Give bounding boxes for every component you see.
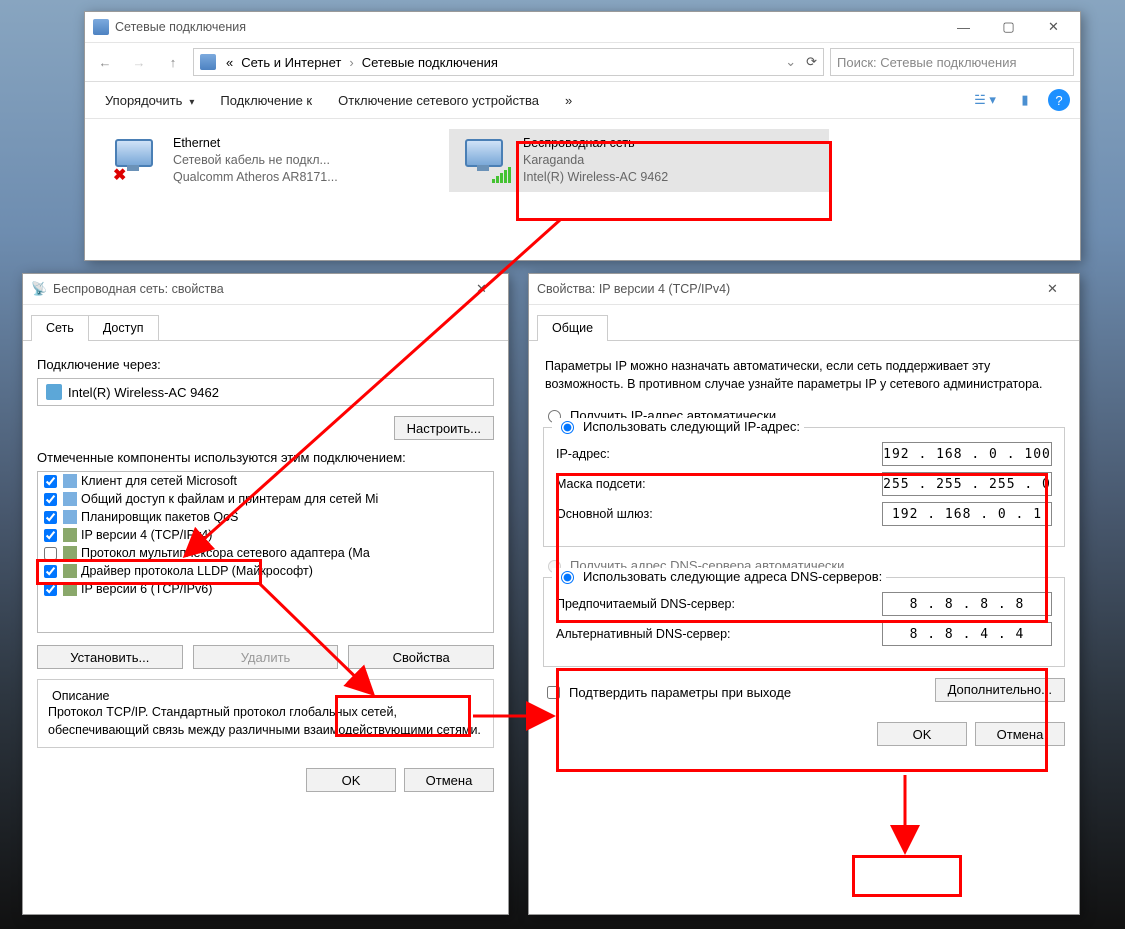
- titlebar[interactable]: Сетевые подключения — ▢ ✕: [85, 12, 1080, 43]
- radio-use-dns[interactable]: Использовать следующие адреса DNS-сервер…: [552, 568, 886, 584]
- remove-button: Удалить: [193, 645, 339, 669]
- network-icon: [200, 54, 216, 70]
- help-icon[interactable]: ?: [1048, 89, 1070, 111]
- list-item-ipv4: IP версии 4 (TCP/IPv4): [38, 526, 493, 544]
- component-icon: [63, 510, 77, 524]
- dns-group: Использовать следующие адреса DNS-сервер…: [543, 577, 1065, 667]
- close-button[interactable]: ✕: [1030, 275, 1075, 303]
- refresh-icon[interactable]: ⟳: [806, 54, 817, 70]
- component-icon: [63, 546, 77, 560]
- components-label: Отмеченные компоненты используются этим …: [37, 450, 494, 465]
- install-button[interactable]: Установить...: [37, 645, 183, 669]
- breadcrumb[interactable]: Сетевые подключения: [358, 55, 502, 70]
- adapter-icon: 📡: [31, 281, 47, 297]
- organize-menu[interactable]: Упорядочить: [95, 89, 204, 112]
- list-item: Протокол мультиплексора сетевого адаптер…: [38, 544, 493, 562]
- gateway-field[interactable]: 192 . 168 . 0 . 1: [882, 502, 1052, 526]
- search-input[interactable]: Поиск: Сетевые подключения: [830, 48, 1074, 76]
- connection-wireless[interactable]: Беспроводная сеть Karaganda Intel(R) Wir…: [449, 129, 829, 192]
- explain-text: Параметры IP можно назначать автоматичес…: [545, 357, 1063, 393]
- ethernet-icon: ✖: [109, 137, 163, 183]
- titlebar[interactable]: 📡 Беспроводная сеть: свойства ✕: [23, 274, 508, 305]
- tab-network[interactable]: Сеть: [31, 315, 89, 340]
- wireless-icon: [459, 137, 513, 183]
- disable-device-button[interactable]: Отключение сетевого устройства: [328, 89, 549, 112]
- chevron-down-icon[interactable]: ⌄: [781, 54, 800, 70]
- component-icon: [63, 474, 77, 488]
- adapter-field: Intel(R) Wireless-AC 9462: [37, 378, 494, 406]
- component-icon: [63, 582, 77, 596]
- configure-button[interactable]: Настроить...: [394, 416, 494, 440]
- description-text: Протокол TCP/IP. Стандартный протокол гл…: [48, 703, 483, 739]
- radio-use-ip[interactable]: Использовать следующий IP-адрес:: [552, 418, 804, 434]
- cancel-button[interactable]: Отмена: [975, 722, 1065, 746]
- minimize-button[interactable]: —: [941, 13, 986, 41]
- tab-general[interactable]: Общие: [537, 315, 608, 340]
- tab-access[interactable]: Доступ: [88, 315, 159, 340]
- list-item: Клиент для сетей Microsoft: [38, 472, 493, 490]
- nic-icon: [46, 384, 62, 400]
- ipv4-properties-dialog: Свойства: IP версии 4 (TCP/IPv4) ✕ Общие…: [528, 273, 1080, 915]
- list-item: IP версии 6 (TCP/IPv6): [38, 580, 493, 598]
- properties-button[interactable]: Свойства: [348, 645, 494, 669]
- adapter-properties-dialog: 📡 Беспроводная сеть: свойства ✕ Сеть Дос…: [22, 273, 509, 915]
- subnet-mask-field[interactable]: 255 . 255 . 255 . 0: [882, 472, 1052, 496]
- component-icon: [63, 492, 77, 506]
- component-icon: [63, 564, 77, 578]
- address-bar[interactable]: « Сеть и Интернет › Сетевые подключения …: [193, 48, 824, 76]
- advanced-button[interactable]: Дополнительно...: [935, 678, 1065, 702]
- connection-ethernet[interactable]: ✖ Ethernet Сетевой кабель не подкл... Qu…: [99, 129, 429, 192]
- nav-up-icon[interactable]: ↑: [159, 48, 187, 76]
- static-ip-group: Использовать следующий IP-адрес: IP-адре…: [543, 427, 1065, 547]
- dns-alt-field[interactable]: 8 . 8 . 4 . 4: [882, 622, 1052, 646]
- more-commands[interactable]: »: [555, 89, 582, 112]
- cancel-button[interactable]: Отмена: [404, 768, 494, 792]
- window-title: Сетевые подключения: [115, 20, 941, 34]
- titlebar[interactable]: Свойства: IP версии 4 (TCP/IPv4) ✕: [529, 274, 1079, 305]
- close-button[interactable]: ✕: [1031, 13, 1076, 41]
- list-item: Драйвер протокола LLDP (Майкрософт): [38, 562, 493, 580]
- breadcrumb[interactable]: Сеть и Интернет: [237, 55, 345, 70]
- validate-checkbox[interactable]: Подтвердить параметры при выходе: [543, 683, 791, 702]
- ok-button[interactable]: OK: [306, 768, 396, 792]
- chevron-right-icon: ›: [345, 55, 357, 70]
- maximize-button[interactable]: ▢: [986, 13, 1031, 41]
- window-icon: [93, 19, 109, 35]
- ok-button[interactable]: OK: [877, 722, 967, 746]
- components-list[interactable]: Клиент для сетей Microsoft Общий доступ …: [37, 471, 494, 633]
- preview-pane-icon[interactable]: ▮: [1008, 87, 1042, 113]
- network-connections-window: Сетевые подключения — ▢ ✕ ← → ↑ « Сеть и…: [84, 11, 1081, 261]
- component-icon: [63, 528, 77, 542]
- connect-to-menu[interactable]: Подключение к: [210, 89, 322, 112]
- close-button[interactable]: ✕: [459, 275, 504, 303]
- nav-fwd-icon[interactable]: →: [125, 48, 153, 76]
- description-group: Описание Протокол TCP/IP. Стандартный пр…: [37, 679, 494, 748]
- ip-address-field[interactable]: 192 . 168 . 0 . 100: [882, 442, 1052, 466]
- connect-via-label: Подключение через:: [37, 357, 494, 372]
- list-item: Планировщик пакетов QoS: [38, 508, 493, 526]
- view-options-icon[interactable]: ☱ ▾: [968, 87, 1002, 113]
- list-item: Общий доступ к файлам и принтерам для се…: [38, 490, 493, 508]
- dns-primary-field[interactable]: 8 . 8 . 8 . 8: [882, 592, 1052, 616]
- nav-back-icon[interactable]: ←: [91, 48, 119, 76]
